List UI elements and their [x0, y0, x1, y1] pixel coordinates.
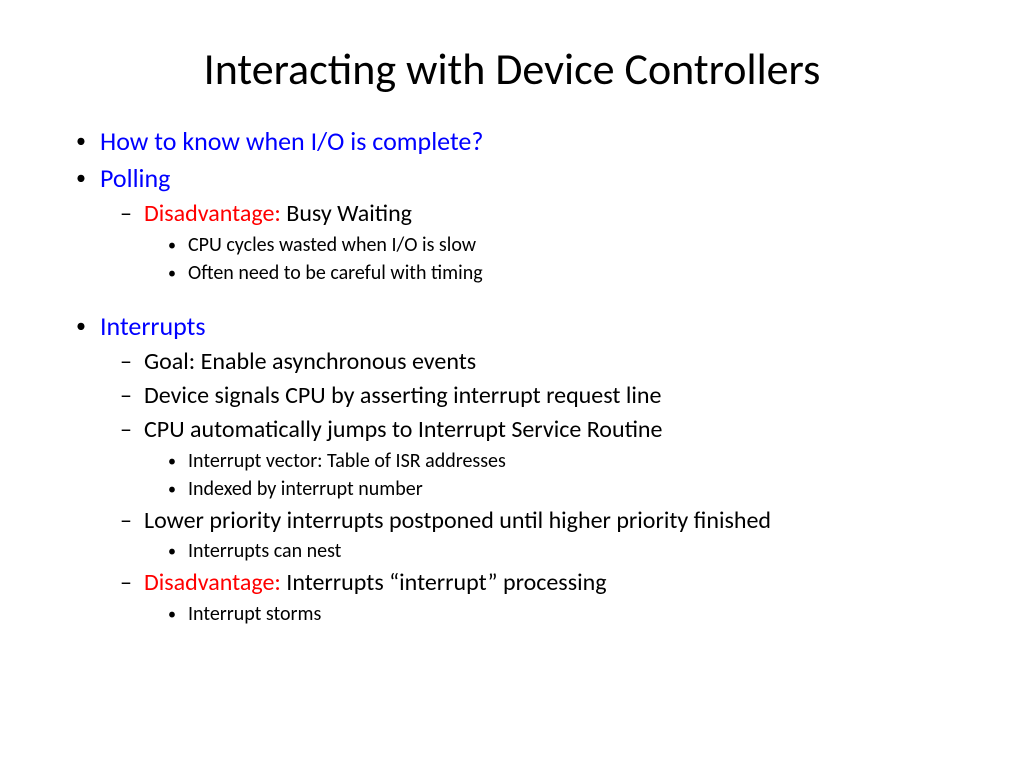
slide-title: Interacting with Device Controllers — [60, 42, 964, 96]
sub-sub-item: CPU cycles wasted when I/O is slow — [188, 232, 964, 259]
bullet-text: Interrupts — [100, 310, 206, 342]
sub-label: Disadvantage: — [144, 199, 281, 228]
sub-item: Disadvantage: Interrupts “interrupt” pro… — [144, 567, 964, 627]
sub-sub-item: Interrupt storms — [188, 601, 964, 628]
sub-text: Goal: Enable asynchronous events — [144, 347, 476, 376]
sub-label: Disadvantage: — [144, 568, 281, 597]
sub-sub-item: Often need to be careful with timing — [188, 260, 964, 287]
bullet-list: Interrupts Goal: Enable asynchronous eve… — [60, 309, 964, 628]
sub-sub-text: Indexed by interrupt number — [188, 477, 423, 501]
sub-text: Busy Waiting — [281, 199, 412, 228]
bullet-item: Interrupts Goal: Enable asynchronous eve… — [100, 309, 964, 628]
sub-sub-list: CPU cycles wasted when I/O is slow Often… — [144, 232, 964, 287]
sub-sub-text: Interrupt storms — [188, 602, 321, 626]
bullet-item: How to know when I/O is complete? — [100, 124, 964, 159]
sub-sub-item: Interrupt vector: Table of ISR addresses — [188, 448, 964, 475]
sub-sub-list: Interrupts can nest — [144, 538, 964, 565]
sub-sub-text: CPU cycles wasted when I/O is slow — [188, 233, 476, 257]
sub-text: Lower priority interrupts postponed unti… — [144, 506, 771, 535]
sub-sub-text: Interrupt vector: Table of ISR addresses — [188, 449, 506, 473]
sub-sub-text: Often need to be careful with timing — [188, 261, 483, 285]
spacer — [60, 289, 964, 309]
bullet-text: Polling — [100, 162, 170, 194]
slide: Interacting with Device Controllers How … — [0, 0, 1024, 660]
bullet-list: How to know when I/O is complete? Pollin… — [60, 124, 964, 287]
bullet-item: Polling Disadvantage: Busy Waiting CPU c… — [100, 161, 964, 286]
sub-item: Goal: Enable asynchronous events — [144, 346, 964, 378]
sub-text: Device signals CPU by asserting interrup… — [144, 381, 661, 410]
sub-text: Interrupts “interrupt” processing — [281, 568, 607, 597]
bullet-text: How to know when I/O is complete? — [100, 125, 483, 157]
sub-sub-list: Interrupt storms — [144, 601, 964, 628]
sub-text: CPU automatically jumps to Interrupt Ser… — [144, 415, 662, 444]
sub-sub-item: Indexed by interrupt number — [188, 476, 964, 503]
sub-sub-text: Interrupts can nest — [188, 539, 341, 563]
sub-item: Lower priority interrupts postponed unti… — [144, 505, 964, 565]
sub-sub-item: Interrupts can nest — [188, 538, 964, 565]
sub-sub-list: Interrupt vector: Table of ISR addresses… — [144, 448, 964, 503]
sub-item: Disadvantage: Busy Waiting CPU cycles wa… — [144, 198, 964, 286]
sub-list: Disadvantage: Busy Waiting CPU cycles wa… — [100, 198, 964, 286]
sub-item: CPU automatically jumps to Interrupt Ser… — [144, 414, 964, 502]
sub-item: Device signals CPU by asserting interrup… — [144, 380, 964, 412]
sub-list: Goal: Enable asynchronous events Device … — [100, 346, 964, 628]
